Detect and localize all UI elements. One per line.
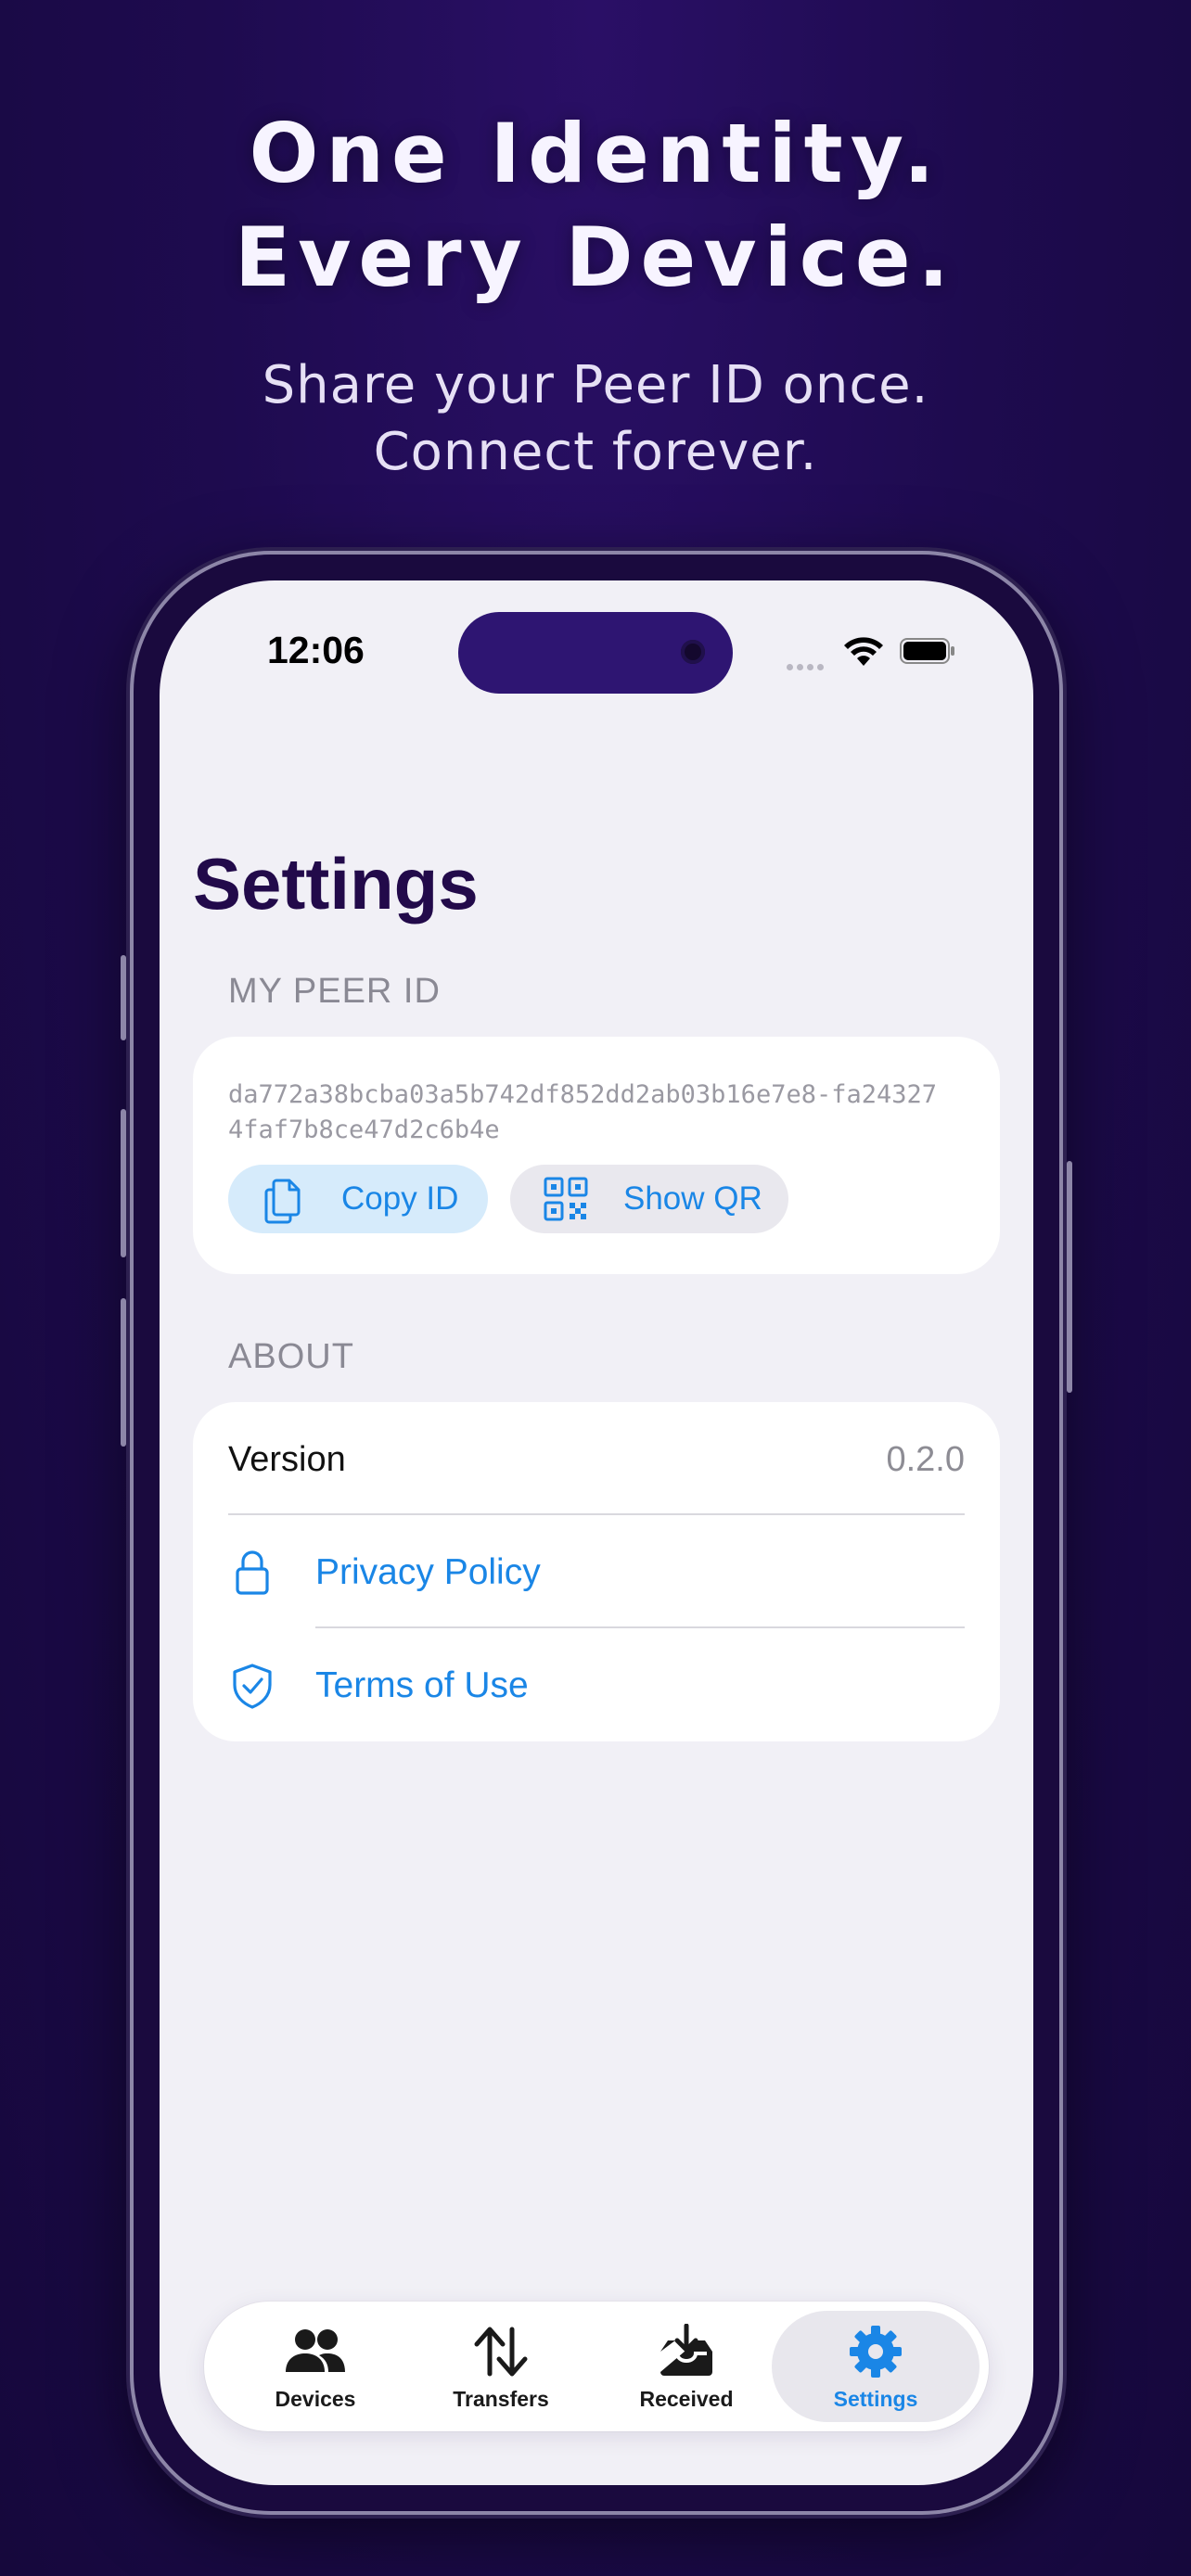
show-qr-button[interactable]: Show QR (510, 1165, 788, 1233)
section-label-about: ABOUT (228, 1337, 354, 1376)
wifi-icon (844, 637, 883, 666)
version-label: Version (228, 1439, 346, 1479)
phone-side-button (1067, 1161, 1072, 1393)
tab-settings[interactable]: Settings (772, 2311, 980, 2422)
tab-bar: Devices Transfers Received Settings (204, 2302, 989, 2431)
copy-id-label: Copy ID (341, 1180, 459, 1217)
people-icon (286, 2329, 345, 2372)
headline-line-2: Every Device. (234, 210, 957, 305)
tab-label: Devices (275, 2387, 356, 2411)
signal-dots-icon (787, 658, 829, 670)
show-qr-label: Show QR (623, 1180, 762, 1217)
phone-side-button (121, 1109, 126, 1257)
row-divider (315, 1626, 965, 1628)
shield-check-icon (233, 1664, 272, 1709)
row-divider (228, 1513, 965, 1515)
tab-transfers[interactable]: Transfers (408, 2311, 594, 2422)
phone-side-button (121, 955, 126, 1040)
about-card: Version 0.2.0 Privacy Policy Terms of Us… (193, 1402, 1000, 1741)
tab-devices[interactable]: Devices (223, 2311, 408, 2422)
section-label-peer-id: MY PEER ID (228, 972, 441, 1011)
headline-line-1: One Identity. (249, 106, 942, 201)
tab-label: Transfers (453, 2387, 549, 2411)
marketing-headline: One Identity. Every Device. (0, 102, 1191, 310)
subline-line-2: Connect forever. (373, 422, 818, 482)
version-row: Version 0.2.0 (193, 1404, 1000, 1515)
phone-screen: 12:06 Settings MY PEER ID da772a38bcba03… (160, 580, 1033, 2485)
peer-id-card: da772a38bcba03a5b742df852dd2ab03b16e7e8-… (193, 1037, 1000, 1274)
gear-icon (850, 2326, 902, 2378)
camera-icon (681, 640, 705, 664)
peer-id-value: da772a38bcba03a5b742df852dd2ab03b16e7e8-… (228, 1080, 938, 1144)
status-time: 12:06 (267, 629, 365, 671)
version-value: 0.2.0 (886, 1439, 965, 1479)
battery-icon (900, 638, 954, 664)
phone-side-button (121, 1298, 126, 1447)
tab-label: Received (639, 2387, 734, 2411)
subline-line-1: Share your Peer ID once. (262, 355, 929, 415)
copy-id-button[interactable]: Copy ID (228, 1165, 488, 1233)
page-title: Settings (193, 843, 479, 925)
inbox-download-icon (660, 2324, 712, 2376)
dynamic-island (458, 612, 733, 694)
tab-label: Settings (833, 2387, 918, 2411)
terms-of-use-link[interactable]: Terms of Use (315, 1665, 529, 1706)
tab-received[interactable]: Received (594, 2311, 779, 2422)
privacy-policy-row[interactable]: Privacy Policy (193, 1517, 1000, 1628)
qr-code-icon (544, 1177, 588, 1221)
document-copy-icon (264, 1179, 301, 1224)
privacy-policy-link[interactable]: Privacy Policy (315, 1552, 541, 1593)
arrows-up-down-icon (474, 2327, 528, 2377)
lock-icon (236, 1550, 269, 1595)
terms-of-use-row[interactable]: Terms of Use (193, 1630, 1000, 1741)
marketing-subline: Share your Peer ID once. Connect forever… (0, 352, 1191, 486)
